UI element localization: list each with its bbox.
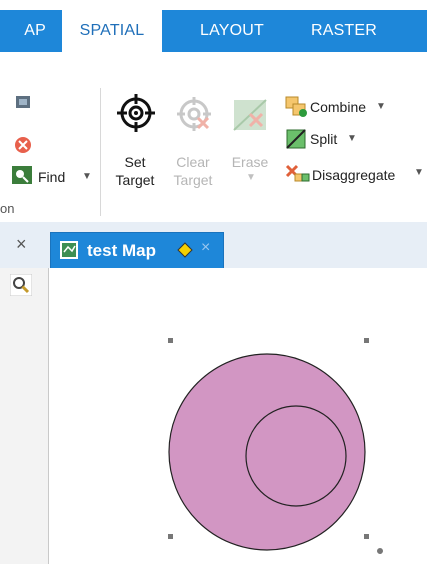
erase-dropdown-arrow[interactable]: ▼ (246, 172, 256, 183)
clear-selection-icon[interactable] (12, 134, 34, 156)
document-tab-title[interactable]: test Map (87, 241, 156, 261)
clear-target-icon[interactable] (174, 94, 214, 134)
group-label-navigation: on (0, 201, 15, 216)
find-label[interactable]: Find (38, 168, 65, 186)
disaggregate-icon[interactable] (283, 162, 311, 186)
search-icon[interactable] (10, 274, 32, 296)
tab-layout[interactable]: LAYOUT (182, 10, 282, 52)
rotation-handle[interactable] (377, 548, 383, 554)
ribbon-body: Find ▼ on Set Target Clear Target Erase … (0, 52, 427, 223)
selection-handle[interactable] (168, 338, 173, 343)
ribbon-tab-bar: AP SPATIAL LAYOUT RASTER (0, 10, 427, 54)
find-icon[interactable] (10, 164, 34, 186)
selection-handle[interactable] (364, 534, 369, 539)
tab-spatial[interactable]: SPATIAL (62, 10, 162, 54)
select-tool-icon[interactable] (12, 92, 36, 114)
map-canvas[interactable] (48, 268, 427, 564)
map-shapes[interactable] (49, 268, 427, 564)
clear-target-label-line1[interactable]: Clear (170, 153, 216, 171)
erase-icon[interactable] (232, 98, 270, 134)
combine-icon[interactable] (285, 96, 309, 118)
group-separator (100, 88, 101, 216)
panel-close-icon[interactable]: × (16, 234, 27, 255)
erase-label[interactable]: Erase (228, 153, 272, 171)
combine-label[interactable]: Combine (310, 98, 366, 116)
tab-map[interactable]: AP (0, 10, 46, 52)
split-icon[interactable] (285, 128, 309, 150)
selection-handle[interactable] (168, 534, 173, 539)
crosshair-target-icon[interactable] (115, 92, 157, 134)
tab-raster[interactable]: RASTER (294, 10, 394, 52)
set-target-label-line1[interactable]: Set (110, 153, 160, 171)
split-dropdown-arrow[interactable]: ▼ (347, 133, 357, 144)
document-tab-close-icon[interactable]: × (201, 239, 210, 257)
document-tab-test-map[interactable]: test Map × (50, 232, 224, 270)
disaggregate-dropdown-arrow[interactable]: ▼ (414, 167, 424, 178)
disaggregate-label[interactable]: Disaggregate (312, 166, 395, 184)
find-dropdown-arrow[interactable]: ▼ (82, 171, 92, 182)
map-icon (60, 241, 78, 259)
set-target-label-line2[interactable]: Target (106, 171, 164, 189)
combine-dropdown-arrow[interactable]: ▼ (376, 101, 386, 112)
selection-handle[interactable] (364, 338, 369, 343)
pin-diamond-icon[interactable] (177, 242, 193, 258)
inner-circle-shape[interactable] (245, 405, 347, 507)
split-label[interactable]: Split (310, 130, 337, 148)
clear-target-label-line2[interactable]: Target (164, 171, 222, 189)
left-panel-strip (0, 268, 48, 564)
